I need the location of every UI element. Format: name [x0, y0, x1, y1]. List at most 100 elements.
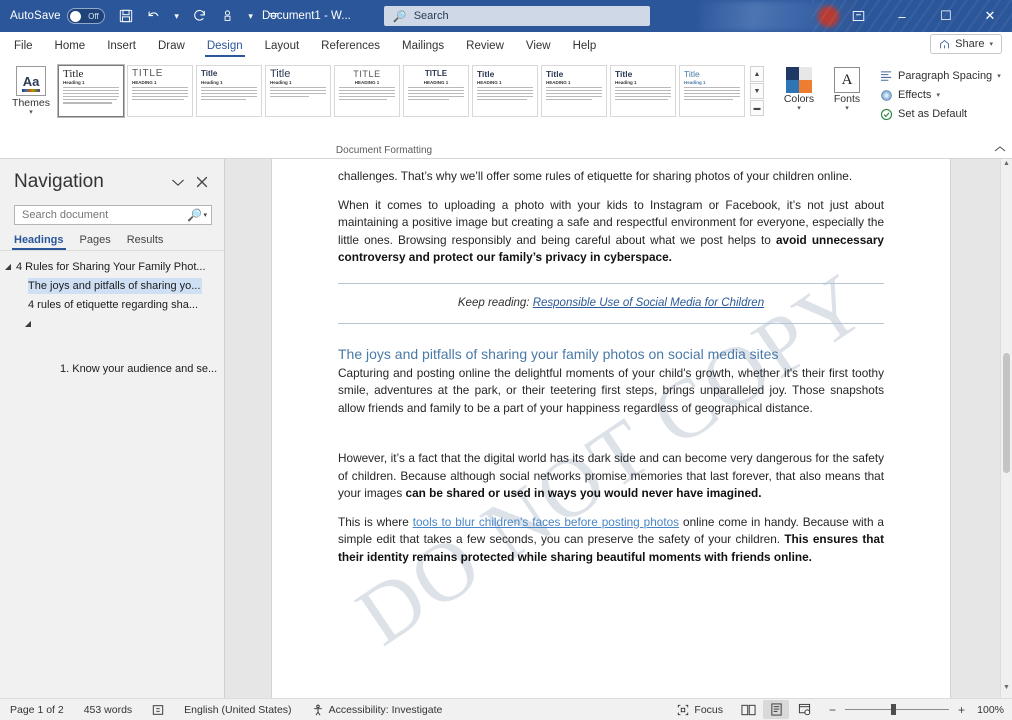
zoom-level[interactable]: 100%	[974, 704, 1006, 716]
style-card[interactable]: Title HEADING 1	[541, 65, 607, 117]
themes-caret-icon[interactable]: ▾	[29, 109, 33, 116]
document-vertical-scrollbar[interactable]: ▲ ▼	[1000, 159, 1012, 698]
search-icon[interactable]: 🔍	[187, 208, 202, 222]
zoom-slider-thumb[interactable]	[891, 704, 896, 715]
touch-mode-icon[interactable]	[215, 3, 241, 29]
web-layout-icon[interactable]	[791, 700, 817, 719]
document-hyperlink[interactable]: tools to blur children's faces before po…	[413, 515, 679, 529]
document-content[interactable]: challenges. That’s why we’ll offer some …	[338, 168, 884, 566]
heading-item-level2-selected[interactable]: The joys and pitfalls of sharing yo...	[0, 278, 218, 297]
scroll-down-icon[interactable]: ▼	[1001, 684, 1012, 697]
style-card-title: Title	[201, 69, 218, 78]
heading-item-collapsed[interactable]: ◢	[0, 316, 218, 335]
document-page[interactable]: DO NOT COPY challenges. That’s why we’ll…	[272, 159, 950, 698]
nav-tab-pages[interactable]: Pages	[80, 234, 111, 250]
style-card[interactable]: TITLE HEADING 1	[334, 65, 400, 117]
heading-item-label: The joys and pitfalls of sharing yo...	[28, 278, 203, 294]
scrollbar-thumb[interactable]	[1003, 353, 1010, 474]
redo-icon[interactable]	[187, 3, 213, 29]
style-card[interactable]: Title Heading 1	[265, 65, 331, 117]
tab-draw[interactable]: Draw	[147, 34, 196, 58]
style-card[interactable]: Title HEADING 1	[472, 65, 538, 117]
chevron-down-icon[interactable]	[166, 171, 190, 193]
gallery-more-icon[interactable]: ▬	[750, 100, 764, 116]
tab-review[interactable]: Review	[455, 34, 515, 58]
workspace: Navigation Search document 🔍 ▾ Headings …	[0, 159, 1012, 698]
zoom-slider[interactable]	[845, 704, 949, 715]
tab-file[interactable]: File	[0, 34, 44, 58]
gallery-scrollbar[interactable]: ▲ ▼ ▬	[750, 65, 764, 116]
tab-references[interactable]: References	[310, 34, 391, 58]
ribbon-display-options-icon[interactable]	[836, 0, 880, 32]
autosave-toggle[interactable]: Off	[66, 8, 105, 24]
tab-home[interactable]: Home	[44, 34, 97, 58]
maximize-button[interactable]: ☐	[924, 0, 968, 32]
heading-item-level2[interactable]: 4 rules of etiquette regarding sha...	[0, 297, 218, 316]
style-card[interactable]: TITLE HEADING 1	[403, 65, 469, 117]
group-theme-options: Colors ▾ A Fonts ▾ Paragraph Spacing ▾ E…	[768, 61, 1010, 158]
focus-mode-button[interactable]: Focus	[667, 699, 733, 720]
autosave-control[interactable]: AutoSave Off	[10, 8, 105, 24]
zoom-control[interactable]: − + 100%	[827, 703, 1006, 717]
themes-button[interactable]: Aa Themes ▾	[4, 64, 58, 116]
fonts-button[interactable]: A Fonts ▾	[824, 64, 870, 112]
effects-caret-icon[interactable]: ▾	[936, 91, 940, 99]
read-mode-icon[interactable]	[735, 700, 761, 719]
style-card[interactable]: TITLE HEADING 1	[127, 65, 193, 117]
tab-view[interactable]: View	[515, 34, 562, 58]
page-indicator[interactable]: Page 1 of 2	[0, 699, 74, 720]
style-card-heading: HEADING 1	[477, 80, 502, 85]
style-card-heading: Heading 1	[615, 80, 637, 85]
scroll-up-icon[interactable]: ▲	[1001, 160, 1012, 173]
themes-icon: Aa	[16, 66, 46, 96]
heading-item-level1[interactable]: ◢ 4 Rules for Sharing Your Family Phot..…	[0, 259, 218, 278]
set-as-default-button[interactable]: Set as Default	[878, 105, 1006, 123]
paragraph-spacing-button[interactable]: Paragraph Spacing ▾	[878, 67, 1006, 85]
minimize-button[interactable]: –	[880, 0, 924, 32]
heading-item-level3[interactable]: 1. Know your audience and se...	[0, 361, 218, 380]
tab-design[interactable]: Design	[196, 34, 254, 58]
nav-tab-headings[interactable]: Headings	[12, 234, 66, 250]
callout-link[interactable]: Responsible Use of Social Media for Chil…	[533, 297, 764, 309]
print-layout-icon[interactable]	[763, 700, 789, 719]
colors-label: Colors	[783, 93, 815, 105]
navigation-search-caret-icon[interactable]: ▾	[203, 211, 207, 219]
tab-insert[interactable]: Insert	[96, 34, 147, 58]
paragraph-spacing-caret-icon[interactable]: ▾	[997, 72, 1001, 80]
heading-item-label	[36, 316, 38, 320]
zoom-out-button[interactable]: −	[827, 703, 838, 717]
set-as-default-label: Set as Default	[898, 108, 968, 120]
zoom-in-button[interactable]: +	[956, 703, 967, 717]
undo-icon[interactable]	[141, 3, 167, 29]
expand-triangle-icon[interactable]: ◢	[0, 259, 16, 271]
expand-triangle-icon[interactable]: ◢	[20, 316, 36, 328]
style-card[interactable]: Title Heading 1	[679, 65, 745, 117]
word-count[interactable]: 453 words	[74, 699, 142, 720]
tab-layout[interactable]: Layout	[254, 34, 311, 58]
tab-help[interactable]: Help	[562, 34, 608, 58]
style-card[interactable]: Title Heading 1	[57, 64, 125, 118]
colors-caret-icon[interactable]: ▾	[797, 105, 801, 112]
close-button[interactable]: ✕	[968, 0, 1012, 32]
search-input[interactable]: 🔍 Search	[384, 6, 650, 26]
accessibility-status[interactable]: Accessibility: Investigate	[302, 699, 453, 720]
style-card[interactable]: Title Heading 1	[196, 65, 262, 117]
collapse-ribbon-icon[interactable]	[994, 145, 1006, 156]
share-button[interactable]: Share ▾	[930, 34, 1002, 54]
style-card[interactable]: Title Heading 1	[610, 65, 676, 117]
share-caret-icon[interactable]: ▾	[989, 40, 993, 48]
save-icon[interactable]	[113, 3, 139, 29]
effects-button[interactable]: Effects ▾	[878, 86, 1006, 104]
colors-button[interactable]: Colors ▾	[776, 64, 822, 112]
gallery-scroll-down-icon[interactable]: ▼	[750, 83, 764, 99]
fonts-caret-icon[interactable]: ▾	[845, 105, 849, 112]
undo-dropdown-caret-icon[interactable]: ▾	[169, 3, 185, 29]
navigation-search-input[interactable]: Search document 🔍 ▾	[14, 205, 212, 225]
proofing-status[interactable]	[142, 699, 174, 720]
touch-mode-caret-icon[interactable]: ▾	[243, 3, 259, 29]
gallery-scroll-up-icon[interactable]: ▲	[750, 66, 764, 82]
tab-mailings[interactable]: Mailings	[391, 34, 455, 58]
language-indicator[interactable]: English (United States)	[174, 699, 301, 720]
close-icon[interactable]	[190, 171, 214, 193]
nav-tab-results[interactable]: Results	[127, 234, 164, 250]
